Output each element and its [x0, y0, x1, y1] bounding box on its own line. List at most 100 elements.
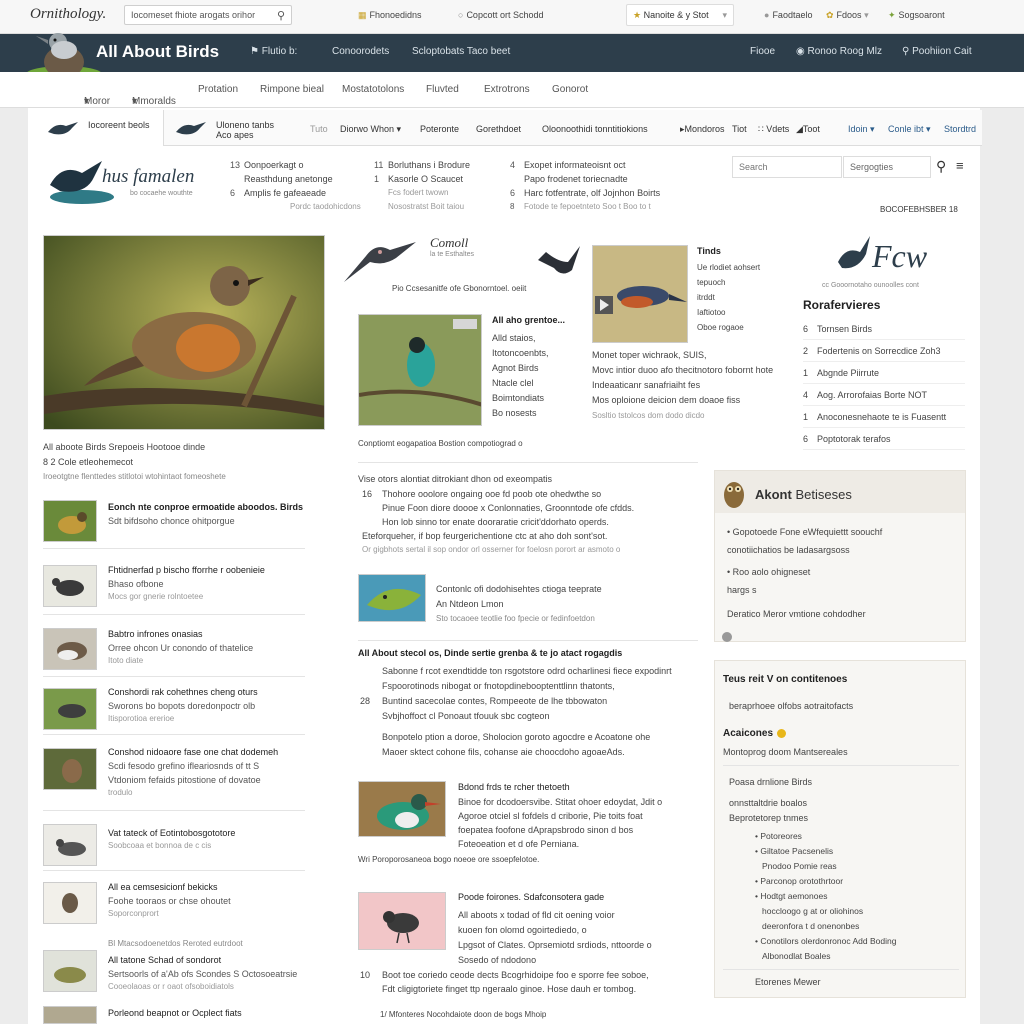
list-thumb[interactable]	[43, 500, 97, 542]
tab-item[interactable]: ∷ Vdets	[758, 124, 789, 135]
subnav-item[interactable]: Gonorot	[552, 84, 588, 95]
nav-link-1[interactable]: ⚑ Flutio b:	[250, 46, 297, 57]
nav-right-1[interactable]: Fiooe	[750, 46, 775, 57]
block3-head[interactable]: All About stecol os, Dinde sertie grenba…	[358, 646, 622, 660]
site-logo[interactable]: Ornithology.	[30, 6, 106, 23]
list-thumb[interactable]	[43, 688, 97, 730]
reference-item[interactable]: 4 Aog. Arrorofaias Borte NOT	[803, 384, 965, 406]
top-dropdown[interactable]: ★ Nanoite & y Stot ▾	[626, 4, 734, 26]
list-thumb[interactable]	[43, 628, 97, 670]
topic-item[interactable]: • Potoreores	[755, 829, 896, 844]
story2-head[interactable]: Tinds	[697, 244, 721, 258]
top-search-input[interactable]	[125, 6, 265, 24]
reference-item[interactable]: 1 Abgnde Piirrute	[803, 362, 965, 384]
subnav-item[interactable]: Fluvted	[426, 84, 459, 95]
headline-item[interactable]: Reasthdung anetonge	[230, 172, 361, 186]
headline-item[interactable]: 4 Exopet informateoisnt oct	[510, 158, 660, 172]
headline-item[interactable]: 6 Harc fotfentrate, olf Jojnhon Boirts	[510, 186, 660, 200]
about-line[interactable]: • Roo aolo ohigneset	[727, 563, 882, 581]
tab-item[interactable]: Poteronte	[420, 124, 459, 134]
list-item[interactable]: Fhtidnerfad p bischo fforrhe r oobenieie…	[108, 563, 265, 603]
topic-item[interactable]: • Giltatoe Pacsenelis	[755, 844, 896, 859]
headline-item[interactable]: 11 Borluthans i Brodure	[374, 158, 470, 172]
list-item[interactable]: Porleond beapnot or Ocplect fiats	[108, 1006, 242, 1020]
topics-footer[interactable]: Etorenes Mewer	[755, 975, 821, 989]
top-link-1[interactable]: ▦ Fhonoedidns	[358, 10, 422, 21]
feature-photo[interactable]	[43, 235, 325, 430]
fcw-logo[interactable]: Fcw	[872, 236, 927, 276]
list-item[interactable]: All ea cemsesicionf bekicks Foohe tooraos…	[108, 880, 231, 920]
reference-item[interactable]: 6 Poptotorak terafos	[803, 428, 965, 450]
list-item[interactable]: Babtro infrones onasias Orree ohcon Ur co…	[108, 627, 253, 667]
tab-item[interactable]: Idoin ▾	[848, 124, 875, 135]
story3-photo[interactable]	[358, 781, 446, 837]
nav-link-2[interactable]: Conoorodets	[332, 46, 389, 57]
reference-item[interactable]: 6 Tornsen Birds	[803, 318, 965, 340]
story1-head[interactable]: All aho grentoe...	[492, 313, 565, 327]
content-search[interactable]	[732, 156, 842, 178]
headline-item[interactable]: Papo frodenet toriecnadte	[510, 172, 660, 186]
topic-item[interactable]: Albonodlat Boales	[755, 949, 896, 964]
list-thumb[interactable]	[43, 1006, 97, 1024]
list-item[interactable]: Eonch nte conproe ermoatide aboodos. Bir…	[108, 500, 303, 528]
headline-item[interactable]: 6 Amplis fe gafeaeade	[230, 186, 361, 200]
tab-item[interactable]: ◢Toot	[796, 124, 820, 135]
search-icon[interactable]: ⚲	[936, 158, 946, 175]
subnav-item[interactable]: Rimpone bieal	[260, 84, 324, 95]
menu-icon[interactable]: ≡	[956, 158, 964, 173]
topics-sub[interactable]: beraprhoee olfobs aotraitofacts	[729, 699, 853, 713]
block2-head[interactable]: Contonlc ofi dodohisehtes ctioga teeprat…	[436, 582, 602, 596]
top-right-link-1[interactable]: ● Faodtaelo	[764, 10, 812, 20]
story3-head[interactable]: Bdond frds te rcher thetoeth	[458, 780, 570, 794]
tab-featured[interactable]: Uloneno tanbs Aco apes	[166, 110, 304, 146]
nav-link-3[interactable]: Scloptobats Taco beet	[412, 46, 510, 57]
block1-head[interactable]: Vise otors alontiat ditrokiant dhon od e…	[358, 472, 552, 486]
story2-photo[interactable]	[592, 245, 688, 343]
headline-item[interactable]: 1 Kasorle O Scaucet	[374, 172, 470, 186]
headline-item[interactable]: Pordc taodohicdons	[230, 200, 361, 214]
top-search[interactable]: ⚲	[124, 5, 292, 25]
content-search-input[interactable]	[733, 157, 833, 177]
search-icon[interactable]: ⚲	[277, 9, 285, 22]
reference-item[interactable]: 2 Fodertenis on Sorrecdice Zoh3	[803, 340, 965, 362]
topic-item[interactable]: Pnodoo Pomie reas	[755, 859, 896, 874]
nav-right-3[interactable]: ⚲ Poohiion Cait	[902, 46, 972, 57]
reference-item[interactable]: 1 Anoconesnehaote te is Fuasentt	[803, 406, 965, 428]
headline-item[interactable]: Fcs fodert twown	[374, 186, 470, 200]
brand-title[interactable]: All About Birds	[96, 42, 219, 62]
block2-photo[interactable]	[358, 574, 426, 622]
list-item[interactable]: All tatone Schad of sondorot Sertsoorls o…	[108, 953, 297, 993]
topic-item[interactable]: deeronfora t d onenonbes	[755, 919, 896, 934]
headline-item[interactable]: 13 Oonpoerkagt o	[230, 158, 361, 172]
about-line[interactable]: hargs s	[727, 581, 882, 599]
list-thumb[interactable]	[43, 824, 97, 866]
tab-item[interactable]: Stordtrd	[944, 124, 976, 134]
topic-item[interactable]: • Conotilors olerdonronoc Add Boding	[755, 934, 896, 949]
subnav-item[interactable]: Protation	[198, 84, 238, 95]
tab-item[interactable]: Tuto	[310, 124, 328, 134]
headline-item[interactable]: 8 Fotode te fepoetnteto Soo t Boo to t	[510, 200, 660, 214]
list-item[interactable]: Conshod nidoaore fase one chat dodemeh Sc…	[108, 745, 278, 799]
subnav-item[interactable]: Mostatotolons	[342, 84, 404, 95]
tab-recent[interactable]: Iocoreent beols	[38, 110, 164, 146]
top-right-link-3[interactable]: ✦ Sogsoaront	[888, 10, 945, 21]
tab-item[interactable]: Diorwo Whon ▾	[340, 124, 401, 135]
tab-item[interactable]: Oloonoothidi tonntitiokions	[542, 124, 648, 134]
subnav-item[interactable]: Extrotrons	[484, 84, 530, 95]
tab-item[interactable]: Conle ibt ▾	[888, 124, 931, 135]
acaicones-sub[interactable]: Montoprog doom Mantsereales	[723, 745, 848, 759]
tab-item[interactable]: Gorethdoet	[476, 124, 521, 134]
category-select[interactable]: Sergogties	[843, 156, 931, 178]
nav-right-2[interactable]: ◉ Ronoo Roog Mlz	[796, 46, 882, 57]
top-right-link-2[interactable]: ✿ Fdoos ▾	[826, 10, 869, 21]
list-thumb[interactable]	[43, 950, 97, 992]
topic-item[interactable]: • Hodtgt aemonoes	[755, 889, 896, 904]
masthead-title[interactable]: hus famalen	[102, 166, 194, 188]
list-thumb[interactable]	[43, 565, 97, 607]
about-line[interactable]: Deratico Meror vmtione cohdodher	[727, 605, 882, 623]
list-thumb[interactable]	[43, 748, 97, 790]
list-item[interactable]: Conshordi rak cohethnes cheng oturs Sworo…	[108, 685, 258, 725]
topic-item[interactable]: hoccloogo g at or oliohinos	[755, 904, 896, 919]
about-line[interactable]: conotiichatios be ladasargsoss	[727, 541, 882, 559]
top-link-2[interactable]: ○ Copcott ort Schodd	[458, 10, 543, 20]
